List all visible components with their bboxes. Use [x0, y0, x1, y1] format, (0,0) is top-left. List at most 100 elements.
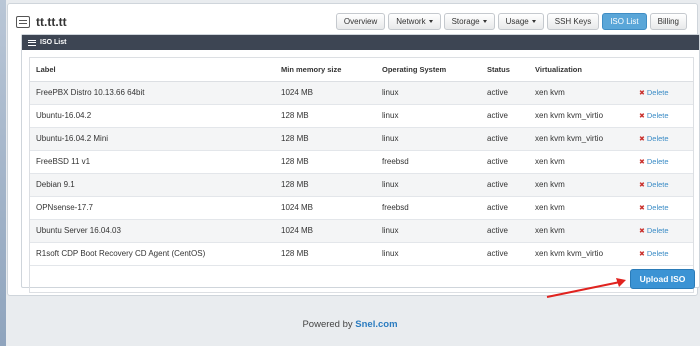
iso-list-panel: ISO List Label Min memory size Operating…	[21, 34, 700, 293]
cell-actions: ✖ Delete	[639, 242, 693, 266]
cell-label: OPNsense-17.7	[30, 196, 275, 220]
delete-label: Delete	[646, 226, 669, 236]
delete-button[interactable]: ✖ Delete	[639, 203, 669, 212]
cell-virtualization: xen kvm kvm_virtio	[529, 242, 639, 266]
cell-os: linux	[376, 81, 481, 105]
delete-button[interactable]: ✖ Delete	[639, 134, 669, 143]
delete-label: Delete	[646, 157, 669, 167]
table-row: OPNsense-17.7 1024 MB freebsd active xen kvm…	[30, 196, 693, 220]
tab-billing[interactable]: Billing	[649, 13, 687, 30]
cell-actions: ✖ Delete	[639, 104, 693, 128]
cell-virtualization: xen kvm	[529, 81, 639, 105]
delete-label: Delete	[646, 111, 669, 121]
cell-actions: ✖ Delete	[639, 81, 693, 105]
column-header-memory: Min memory size	[275, 58, 376, 82]
column-header-label: Label	[30, 58, 275, 82]
server-card: tt.tt.tt Overview Network Storage Usage SSH …	[7, 3, 700, 298]
tab-iso-list[interactable]: ISO List	[602, 13, 647, 30]
cell-memory: 128 MB	[275, 242, 376, 266]
tab-network[interactable]: Network	[388, 13, 441, 30]
tab-label: SSH Keys	[554, 17, 592, 26]
caret-down-icon	[531, 20, 536, 23]
cell-actions: ✖ Delete	[639, 173, 693, 197]
delete-button[interactable]: ✖ Delete	[639, 249, 669, 258]
column-header-actions	[639, 58, 693, 82]
server-header: tt.tt.tt	[16, 14, 67, 30]
tab-ssh-keys[interactable]: SSH Keys	[546, 13, 600, 30]
cell-status: active	[481, 173, 529, 197]
tab-bar: Overview Network Storage Usage SSH Keys ISO L…	[335, 13, 687, 30]
cell-status: active	[481, 219, 529, 243]
iso-table-wrapper: Label Min memory size Operating System S…	[29, 57, 694, 293]
delete-button[interactable]: ✖ Delete	[639, 226, 669, 235]
cell-actions: ✖ Delete	[639, 196, 693, 220]
tab-label: ISO List	[610, 17, 639, 26]
delete-x-icon: ✖	[639, 135, 645, 143]
cell-os: freebsd	[376, 196, 481, 220]
cell-memory: 1024 MB	[275, 81, 376, 105]
server-title: tt.tt.tt	[36, 15, 67, 29]
cell-status: active	[481, 196, 529, 220]
cell-virtualization: xen kvm	[529, 173, 639, 197]
table-row: FreeBSD 11 v1 128 MB freebsd active xen kvm ✖…	[30, 150, 693, 174]
cell-memory: 128 MB	[275, 104, 376, 128]
cell-os: linux	[376, 173, 481, 197]
cell-status: active	[481, 127, 529, 151]
delete-x-icon: ✖	[639, 181, 645, 189]
delete-button[interactable]: ✖ Delete	[639, 88, 669, 97]
column-header-status: Status	[481, 58, 529, 82]
delete-label: Delete	[646, 134, 669, 144]
cell-os: freebsd	[376, 150, 481, 174]
cell-os: linux	[376, 242, 481, 266]
cell-label: Ubuntu Server 16.04.03	[30, 219, 275, 243]
cell-label: Ubuntu-16.04.2 Mini	[30, 127, 275, 151]
cell-status: active	[481, 242, 529, 266]
delete-x-icon: ✖	[639, 250, 645, 258]
delete-x-icon: ✖	[639, 204, 645, 212]
delete-button[interactable]: ✖ Delete	[639, 157, 669, 166]
cell-actions: ✖ Delete	[639, 127, 693, 151]
delete-button[interactable]: ✖ Delete	[639, 180, 669, 189]
server-icon	[16, 16, 30, 28]
panel-heading: ISO List	[22, 35, 699, 50]
cell-memory: 128 MB	[275, 173, 376, 197]
cell-os: linux	[376, 127, 481, 151]
delete-button[interactable]: ✖ Delete	[639, 111, 669, 120]
iso-table: Label Min memory size Operating System S…	[30, 58, 693, 266]
page-edge	[0, 0, 6, 346]
table-row: Ubuntu-16.04.2 128 MB linux active xen kvm k…	[30, 104, 693, 128]
tab-storage[interactable]: Storage	[443, 13, 495, 30]
cell-label: Debian 9.1	[30, 173, 275, 197]
delete-x-icon: ✖	[639, 227, 645, 235]
footer: Powered by Snel.com	[0, 319, 700, 330]
cell-virtualization: xen kvm	[529, 150, 639, 174]
delete-x-icon: ✖	[639, 112, 645, 120]
cell-memory: 1024 MB	[275, 196, 376, 220]
cell-memory: 128 MB	[275, 127, 376, 151]
footer-brand-link[interactable]: Snel.com	[355, 319, 397, 330]
tab-usage[interactable]: Usage	[497, 13, 544, 30]
delete-x-icon: ✖	[639, 89, 645, 97]
cell-virtualization: xen kvm	[529, 219, 639, 243]
cell-virtualization: xen kvm kvm_virtio	[529, 104, 639, 128]
cell-label: Ubuntu-16.04.2	[30, 104, 275, 128]
cell-status: active	[481, 150, 529, 174]
tab-label: Usage	[505, 17, 529, 26]
column-header-os: Operating System	[376, 58, 481, 82]
tab-label: Storage	[451, 17, 480, 26]
caret-down-icon	[482, 20, 487, 23]
cell-status: active	[481, 81, 529, 105]
tab-overview[interactable]: Overview	[335, 13, 386, 30]
delete-label: Delete	[646, 203, 669, 213]
tab-label: Network	[396, 17, 426, 26]
upload-iso-button[interactable]: Upload ISO	[630, 269, 695, 289]
list-icon	[28, 39, 36, 46]
cell-label: FreeBSD 11 v1	[30, 150, 275, 174]
table-row: R1soft CDP Boot Recovery CD Agent (CentO…	[30, 242, 693, 266]
cell-status: active	[481, 104, 529, 128]
table-row: Ubuntu-16.04.2 Mini 128 MB linux active xen …	[30, 127, 693, 151]
delete-x-icon: ✖	[639, 158, 645, 166]
cell-label: R1soft CDP Boot Recovery CD Agent (CentO…	[30, 242, 275, 266]
cell-memory: 1024 MB	[275, 219, 376, 243]
cell-virtualization: xen kvm kvm_virtio	[529, 127, 639, 151]
